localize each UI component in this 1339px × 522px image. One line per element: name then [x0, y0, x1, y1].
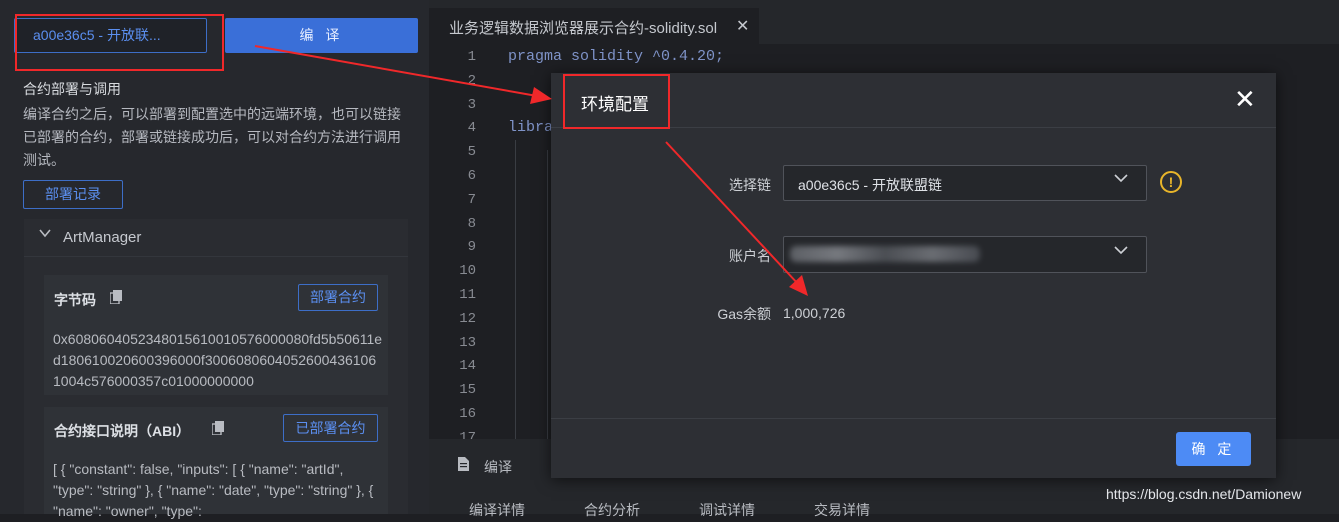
annotation-arrow-line [254, 45, 538, 97]
watermark: https://blog.csdn.net/Damionew [1106, 486, 1302, 502]
annotation-arrowhead [530, 87, 552, 104]
annotation-arrow-line [665, 141, 800, 286]
annotation-arrows [254, 45, 808, 296]
